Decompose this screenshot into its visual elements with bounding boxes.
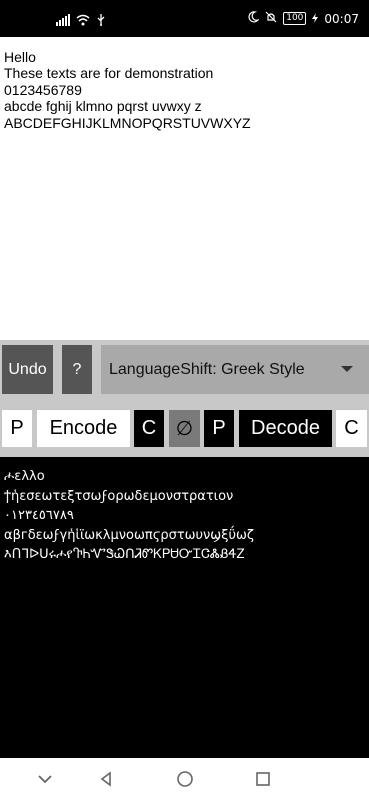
status-bar: 100 00:07 xyxy=(0,0,369,37)
output-text: ሖελλο ϯἡεσεωτεξτσωϝορωδεμονστρατιον ٠١٢٣… xyxy=(4,469,254,562)
chevron-down-icon[interactable] xyxy=(34,768,56,790)
p-right-button[interactable]: P xyxy=(204,410,234,447)
back-icon[interactable] xyxy=(95,768,117,790)
usb-icon xyxy=(96,11,106,30)
dropdown-caret-icon xyxy=(341,366,353,372)
wifi-icon xyxy=(76,11,90,30)
signal-icon xyxy=(56,11,70,30)
status-time: 00:07 xyxy=(324,11,359,26)
status-right-icons: 100 00:07 xyxy=(247,11,359,26)
language-selected-label: LanguageShift: Greek Style xyxy=(109,360,305,378)
input-text: Hello These texts are for demonstration … xyxy=(4,49,251,131)
encode-button[interactable]: Encode xyxy=(37,410,130,447)
c-right-button[interactable]: C xyxy=(336,410,367,447)
output-text-area[interactable]: ሖελλο ϯἡεσεωτεξτσωϝορωδεμονστρατιον ٠١٢٣… xyxy=(0,457,369,758)
home-icon[interactable] xyxy=(174,768,196,790)
charging-icon xyxy=(312,12,319,26)
p-left-button[interactable]: P xyxy=(2,410,32,447)
language-dropdown[interactable]: LanguageShift: Greek Style xyxy=(101,345,369,394)
c-left-button[interactable]: C xyxy=(134,410,164,447)
mute-bell-icon xyxy=(265,11,277,26)
controls-panel: Undo ? LanguageShift: Greek Style P Enco… xyxy=(0,340,369,457)
help-button[interactable]: ? xyxy=(62,345,92,394)
navigation-bar xyxy=(0,758,369,800)
battery-icon: 100 xyxy=(283,12,307,25)
moon-icon xyxy=(247,11,261,26)
status-left-icons xyxy=(56,11,106,30)
recents-icon[interactable] xyxy=(252,768,274,790)
input-text-area[interactable]: Hello These texts are for demonstration … xyxy=(0,37,369,340)
undo-button[interactable]: Undo xyxy=(2,345,53,394)
empty-set-button[interactable]: ∅ xyxy=(169,410,200,447)
decode-button[interactable]: Decode xyxy=(239,410,332,447)
